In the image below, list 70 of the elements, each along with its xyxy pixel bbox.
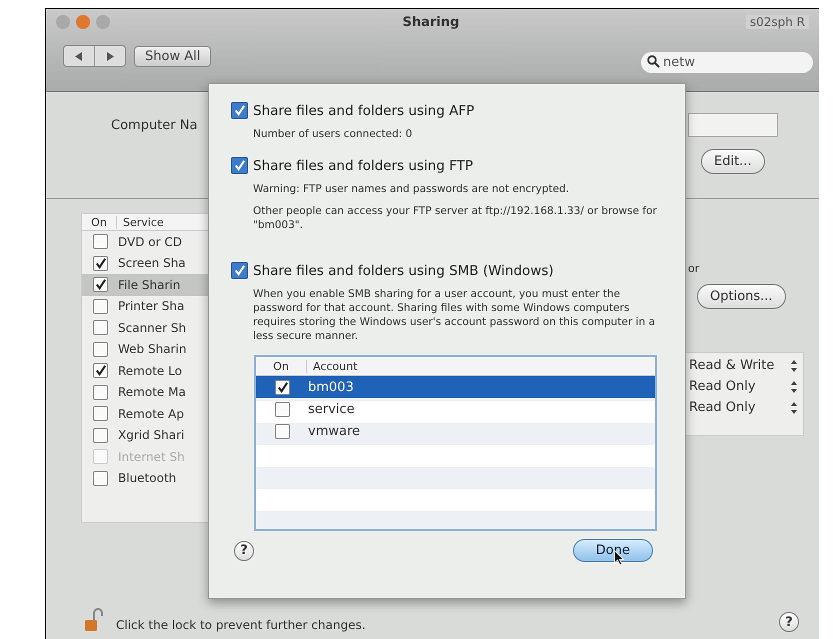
permission-popup[interactable]: Read Only <box>683 397 803 418</box>
menu-bar-text: s02sph R <box>746 15 809 29</box>
options-button[interactable]: Options... <box>697 284 786 309</box>
description-text: Number of users connected: 0 <box>253 127 414 141</box>
back-forward-control[interactable] <box>63 45 126 67</box>
checkbox[interactable] <box>231 262 248 279</box>
checkbox[interactable] <box>93 342 108 357</box>
checkbox[interactable] <box>231 102 248 119</box>
checkbox[interactable] <box>93 298 108 314</box>
checkbox[interactable] <box>93 277 108 292</box>
protocol-label: Share files and folders using AFP <box>253 102 474 118</box>
computer-name-field[interactable] <box>688 113 778 137</box>
description-text: Warning: FTP user names and passwords are not encrypted. <box>253 182 570 196</box>
permission-popup[interactable]: Read Only <box>683 376 803 397</box>
row-label: DVD or CD <box>118 234 182 249</box>
protocol-label: Share files and folders using SMB (Windows) <box>253 262 554 278</box>
back-arrow-icon <box>75 52 83 60</box>
protocol-label: Share files and folders using FTP <box>253 158 474 174</box>
description-text: When you enable SMB sharing for a user account, you must enter the password for that account. Sharing files with some Windows computers requires storing the Windows user's account password on this computer in a less secure manner. <box>253 287 656 343</box>
row-label: Screen Sha <box>118 256 186 270</box>
checkbox[interactable] <box>93 320 108 336</box>
lock-hint-text: Click the lock to prevent further changes. <box>116 618 366 632</box>
window-control[interactable] <box>76 15 90 29</box>
row-label: Bluetooth <box>118 471 176 486</box>
account-name: vmware <box>308 424 360 438</box>
unlocked-lock-icon[interactable] <box>84 608 104 632</box>
account-row[interactable]: vmware <box>256 420 655 442</box>
checkbox[interactable] <box>93 363 108 378</box>
account-row[interactable]: bm003 <box>256 376 655 398</box>
checkbox[interactable] <box>231 157 248 174</box>
search-field[interactable]: netw <box>641 52 813 73</box>
row-label: Scanner Sh <box>118 320 186 335</box>
checkbox[interactable] <box>275 402 290 416</box>
row-label: Remote Ma <box>118 385 186 400</box>
account-name: bm003 <box>308 380 354 394</box>
description-text: Other people can access your FTP server at ftp://192.168.1.33/ or browse for "bm003". <box>253 204 658 232</box>
stepper-arrows-icon <box>791 402 797 414</box>
checkbox[interactable] <box>93 428 108 443</box>
column-header: On <box>272 360 290 372</box>
column-header: On <box>90 216 108 228</box>
row-label: Remote Ap <box>118 406 184 421</box>
help-button[interactable]: ? <box>234 540 254 560</box>
column-header: Service <box>116 216 164 228</box>
search-icon <box>647 55 660 68</box>
window-title: Sharing <box>402 14 460 30</box>
account-name: service <box>308 402 355 416</box>
row-label: Xgrid Shari <box>118 428 184 442</box>
checkbox[interactable] <box>93 406 108 422</box>
checkbox[interactable] <box>93 384 108 400</box>
row-label: Printer Sha <box>118 299 184 314</box>
checkbox[interactable] <box>275 424 290 438</box>
account-row[interactable]: service <box>256 398 655 420</box>
checkbox[interactable] <box>93 234 108 250</box>
column-header: Account <box>306 360 358 372</box>
row-label: File Sharin <box>118 278 180 292</box>
forward-arrow-icon <box>106 52 114 60</box>
row-label: Web Sharin <box>118 342 186 356</box>
help-button[interactable]: ? <box>779 612 799 632</box>
checkbox[interactable] <box>275 380 290 394</box>
row-label: Internet Sh <box>118 450 185 464</box>
computer-name-label: Computer Na <box>111 118 198 134</box>
show-all-button[interactable]: Show All <box>134 46 212 66</box>
checkbox[interactable] <box>93 470 108 486</box>
stepper-arrows-icon <box>791 380 797 392</box>
stepper-arrows-icon <box>791 360 797 372</box>
row-label: Remote Lo <box>118 364 182 378</box>
edit-button[interactable]: Edit... <box>701 149 765 174</box>
label-text: or <box>688 262 700 276</box>
permission-popup[interactable]: Read & Write <box>683 355 803 376</box>
checkbox[interactable] <box>93 256 108 271</box>
